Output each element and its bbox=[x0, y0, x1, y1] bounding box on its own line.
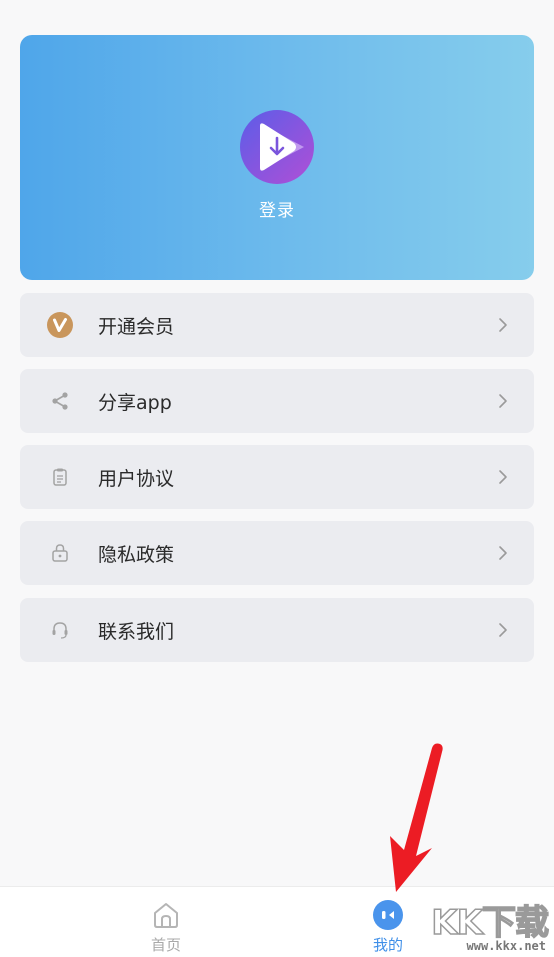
menu-item-privacy-policy[interactable]: 隐私政策 bbox=[20, 521, 534, 585]
headset-icon bbox=[46, 616, 74, 644]
profile-face-icon bbox=[372, 899, 404, 931]
menu-item-label: 分享app bbox=[98, 391, 172, 414]
chevron-right-icon bbox=[499, 623, 507, 637]
profile-page: 登录 开通会员 分享app 用户协议 隐私政策 联系我们 首页 我的 KK下载 … bbox=[0, 0, 554, 957]
menu-item-contact-us[interactable]: 联系我们 bbox=[20, 598, 534, 662]
tab-home[interactable]: 首页 bbox=[106, 887, 226, 957]
menu-item-user-agreement[interactable]: 用户协议 bbox=[20, 445, 534, 509]
login-label: 登录 bbox=[259, 201, 295, 221]
red-arrow-annotation-icon bbox=[390, 743, 443, 892]
share-icon bbox=[46, 387, 74, 415]
tab-mine[interactable]: 我的 bbox=[328, 887, 448, 957]
lock-icon bbox=[46, 539, 74, 567]
chevron-right-icon bbox=[499, 318, 507, 332]
menu-item-label: 隐私政策 bbox=[98, 543, 175, 566]
chevron-right-icon bbox=[499, 470, 507, 484]
vip-badge-icon bbox=[46, 311, 74, 339]
tab-mine-label: 我的 bbox=[372, 936, 403, 954]
login-card[interactable]: 登录 bbox=[20, 35, 534, 280]
bottom-tab-bar: 首页 我的 bbox=[0, 886, 554, 957]
menu-item-label: 用户协议 bbox=[98, 467, 175, 490]
home-icon bbox=[150, 899, 182, 931]
clipboard-icon bbox=[46, 463, 74, 491]
menu-item-label: 开通会员 bbox=[98, 315, 175, 338]
tab-home-label: 首页 bbox=[150, 936, 181, 954]
menu-item-label: 联系我们 bbox=[98, 620, 175, 643]
chevron-right-icon bbox=[499, 394, 507, 408]
chevron-right-icon bbox=[499, 546, 507, 560]
app-logo-icon bbox=[240, 110, 314, 184]
menu-item-share[interactable]: 分享app bbox=[20, 369, 534, 433]
menu-item-vip[interactable]: 开通会员 bbox=[20, 293, 534, 357]
